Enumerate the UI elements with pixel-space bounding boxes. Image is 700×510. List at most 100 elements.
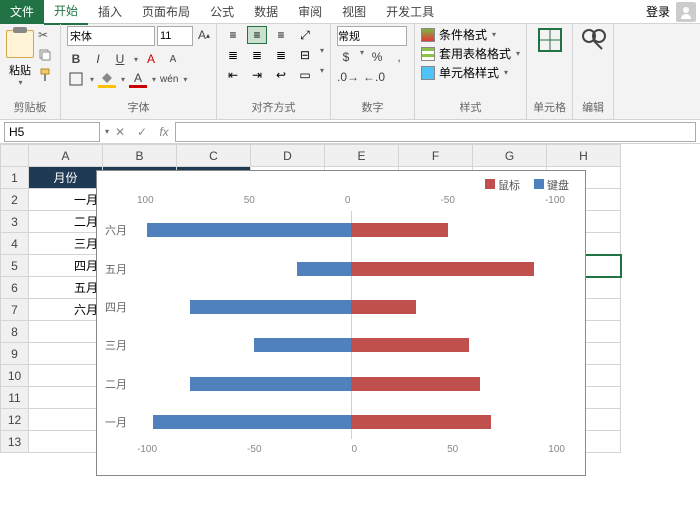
menu-insert[interactable]: 插入 [88, 0, 132, 24]
row-8[interactable]: 8 [1, 321, 29, 343]
align-right-icon[interactable]: ≣ [271, 46, 291, 64]
paste-button[interactable]: 粘贴 ▾ [6, 26, 34, 87]
formula-input[interactable] [175, 122, 696, 142]
cell-A2[interactable]: 一月 [29, 189, 103, 211]
cancel-icon[interactable]: ✕ [109, 125, 131, 139]
menu-layout[interactable]: 页面布局 [132, 0, 200, 24]
cell-A5[interactable]: 四月 [29, 255, 103, 277]
cell-styles-button[interactable]: 单元格样式▾ [421, 64, 520, 81]
merge-icon[interactable]: ⊟ [295, 46, 315, 64]
row-6[interactable]: 6 [1, 277, 29, 299]
fill-color-icon[interactable] [98, 70, 116, 88]
row-5[interactable]: 5 [1, 255, 29, 277]
user-icon[interactable] [676, 2, 696, 22]
cell-A3[interactable]: 二月 [29, 211, 103, 233]
decrease-indent-icon[interactable]: ⇤ [223, 66, 243, 84]
cell-A7[interactable]: 六月 [29, 299, 103, 321]
col-E[interactable]: E [325, 145, 399, 167]
chart-object[interactable]: 鼠标 键盘 100 50 0 -50 -100 -100 -50 0 50 10… [96, 170, 586, 476]
menu-formula[interactable]: 公式 [200, 0, 244, 24]
name-box[interactable]: H5 [4, 122, 100, 142]
row-11[interactable]: 11 [1, 387, 29, 409]
cells-icon[interactable] [536, 26, 564, 54]
font-size-select[interactable] [157, 26, 193, 46]
cell-A4[interactable]: 三月 [29, 233, 103, 255]
col-H[interactable]: H [547, 145, 621, 167]
col-G[interactable]: G [473, 145, 547, 167]
cell[interactable] [29, 387, 103, 409]
row-12[interactable]: 12 [1, 409, 29, 431]
format-painter-icon[interactable] [38, 68, 54, 84]
worksheet[interactable]: A B C D E F G H 1 月份 键盘 鼠标 2一月 3二月 4三月 5… [0, 144, 700, 510]
col-A[interactable]: A [29, 145, 103, 167]
login-link[interactable]: 登录 [646, 3, 670, 20]
align-bottom-icon[interactable]: ≡ [271, 26, 291, 44]
increase-indent-icon[interactable]: ⇥ [247, 66, 267, 84]
row-9[interactable]: 9 [1, 343, 29, 365]
font-color-icon[interactable]: A [129, 70, 147, 88]
merge-cells-icon[interactable]: ▭ [295, 66, 315, 84]
align-center-icon[interactable]: ≣ [247, 46, 267, 64]
align-middle-icon[interactable]: ≡ [247, 26, 267, 44]
label-cells: 单元格 [533, 97, 566, 117]
currency-icon[interactable]: $ [337, 48, 355, 66]
menu-data[interactable]: 数据 [244, 0, 288, 24]
orientation-icon[interactable]: ⤢ [295, 26, 315, 44]
row-10[interactable]: 10 [1, 365, 29, 387]
chevron-down-icon: ▾ [121, 75, 125, 84]
row-13[interactable]: 13 [1, 431, 29, 453]
font-name-select[interactable] [67, 26, 155, 46]
align-left-icon[interactable]: ≣ [223, 46, 243, 64]
decrease-decimal-icon[interactable]: ←.0 [363, 68, 385, 86]
menu-home[interactable]: 开始 [44, 0, 88, 25]
font-large-a-icon[interactable]: A [142, 50, 160, 68]
increase-font-icon[interactable]: A▴ [195, 26, 213, 44]
font-small-a-icon[interactable]: A [164, 50, 182, 68]
cell[interactable] [29, 321, 103, 343]
number-format-select[interactable] [337, 26, 407, 46]
select-all[interactable] [1, 145, 29, 167]
enter-icon[interactable]: ✓ [131, 125, 153, 139]
cell[interactable] [29, 365, 103, 387]
row-1[interactable]: 1 [1, 167, 29, 189]
conditional-format-button[interactable]: 条件格式▾ [421, 26, 520, 43]
row-4[interactable]: 4 [1, 233, 29, 255]
col-B[interactable]: B [103, 145, 177, 167]
cell[interactable] [29, 409, 103, 431]
cell[interactable] [29, 431, 103, 453]
fx-icon[interactable]: fx [153, 125, 175, 139]
align-top-icon[interactable]: ≡ [223, 26, 243, 44]
menu-review[interactable]: 审阅 [288, 0, 332, 24]
row-3[interactable]: 3 [1, 211, 29, 233]
pinyin-icon[interactable]: wén [160, 70, 178, 88]
comma-icon[interactable]: , [390, 48, 408, 66]
chevron-down-icon: ▾ [320, 66, 324, 84]
cut-icon[interactable]: ✂ [38, 28, 54, 44]
cell[interactable] [29, 343, 103, 365]
group-clipboard: 粘贴 ▾ ✂ 剪贴板 [0, 24, 61, 119]
menu-file[interactable]: 文件 [0, 0, 44, 24]
table-format-button[interactable]: 套用表格格式▾ [421, 45, 520, 62]
col-D[interactable]: D [251, 145, 325, 167]
row-7[interactable]: 7 [1, 299, 29, 321]
find-icon[interactable] [579, 26, 607, 54]
italic-button[interactable]: I [89, 50, 107, 68]
chart-legend: 鼠标 键盘 [485, 177, 569, 193]
increase-decimal-icon[interactable]: .0→ [337, 68, 359, 86]
underline-button[interactable]: U [111, 50, 129, 68]
percent-icon[interactable]: % [368, 48, 386, 66]
cell-A6[interactable]: 五月 [29, 277, 103, 299]
row-2[interactable]: 2 [1, 189, 29, 211]
border-icon[interactable] [67, 70, 85, 88]
bar-keyboard [153, 415, 351, 429]
copy-icon[interactable] [38, 48, 54, 64]
bold-button[interactable]: B [67, 50, 85, 68]
menu-dev[interactable]: 开发工具 [376, 0, 444, 24]
wrap-text-icon[interactable]: ↩ [271, 66, 291, 84]
table-format-icon [421, 47, 435, 61]
cell-A1[interactable]: 月份 [29, 167, 103, 189]
col-F[interactable]: F [399, 145, 473, 167]
label-clipboard: 剪贴板 [6, 97, 54, 117]
col-C[interactable]: C [177, 145, 251, 167]
menu-view[interactable]: 视图 [332, 0, 376, 24]
